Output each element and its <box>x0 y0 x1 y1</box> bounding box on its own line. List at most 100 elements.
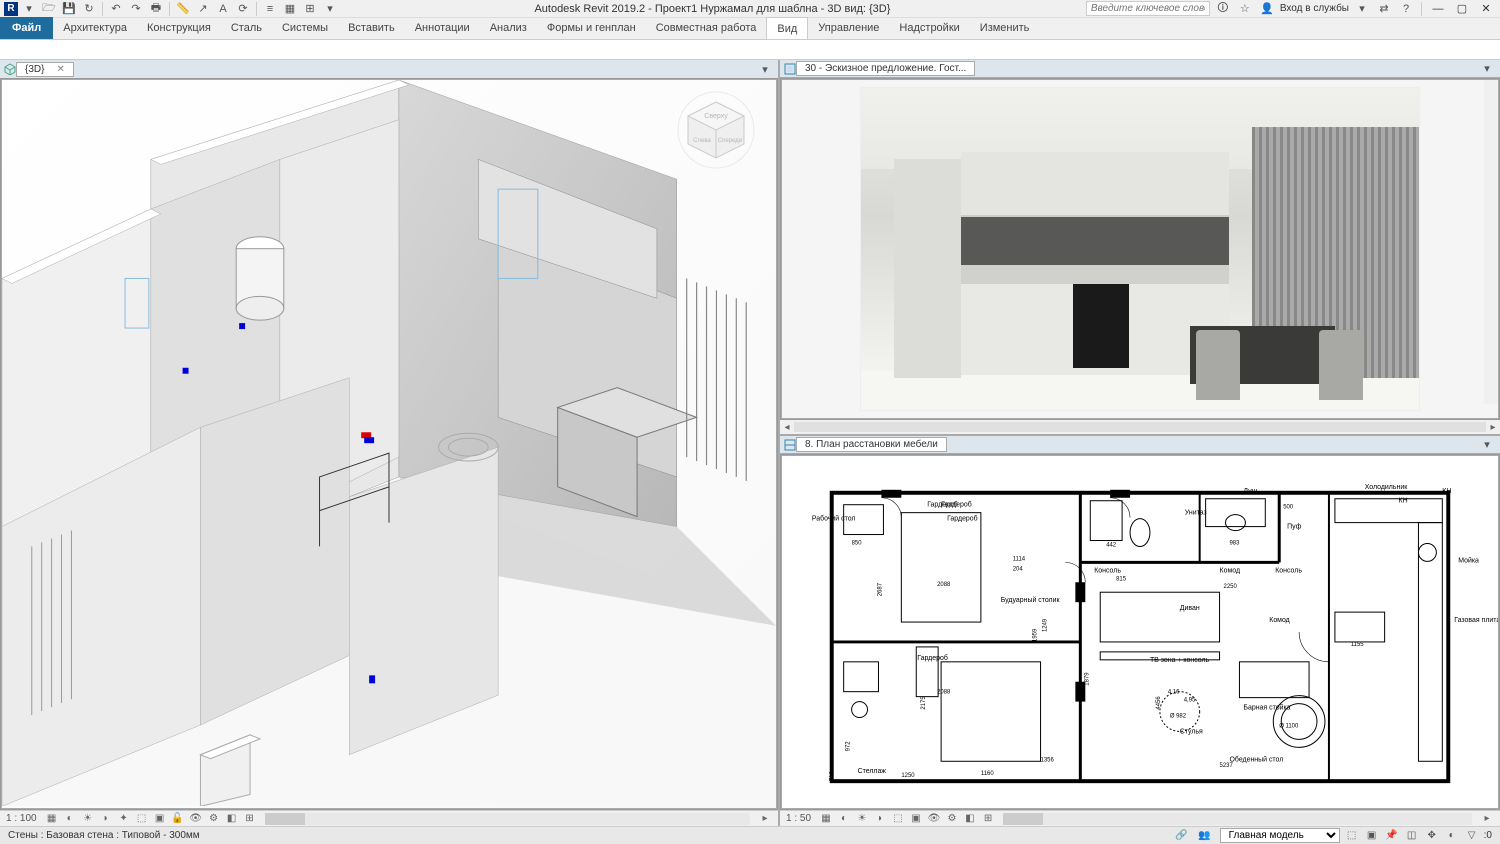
panel-menu-icon[interactable]: ▾ <box>1478 61 1496 77</box>
svg-text:Стулья: Стулья <box>1180 728 1203 735</box>
constraints-icon[interactable]: ⊞ <box>243 812 257 826</box>
shadows-icon[interactable]: ◗ <box>99 812 113 826</box>
select-face-icon[interactable]: ◫ <box>1404 829 1420 843</box>
scale-label[interactable]: 1 : 100 <box>6 813 37 824</box>
scroll-right-icon[interactable]: ▸ <box>1480 812 1494 826</box>
shadows-icon[interactable]: ◗ <box>873 812 887 826</box>
h-scrollbar[interactable]: ◂▸ <box>780 420 1500 434</box>
right-panel: 30 - Эскизное предложение. Гост... ▾ <box>780 60 1500 826</box>
filter-icon[interactable]: ▽ <box>1464 829 1480 843</box>
select-underlay-icon[interactable]: ▣ <box>1364 829 1380 843</box>
svg-text:1356: 1356 <box>1041 757 1055 763</box>
crop-region-icon[interactable]: ▣ <box>153 812 167 826</box>
file-tab[interactable]: Файл <box>0 17 53 39</box>
tab-massing[interactable]: Формы и генплан <box>537 17 646 39</box>
temp-hide-icon[interactable]: 👁 <box>927 812 941 826</box>
scale-label[interactable]: 1 : 50 <box>786 813 811 824</box>
measure-icon[interactable]: 📏 <box>174 1 192 17</box>
sync-icon[interactable]: ↻ <box>80 1 98 17</box>
svg-text:Унитаз: Унитаз <box>1185 510 1207 517</box>
minimize-button[interactable]: — <box>1428 1 1448 17</box>
editable-only-icon[interactable]: 👥 <box>1194 829 1216 843</box>
sun-path-icon[interactable]: ☀ <box>81 812 95 826</box>
maximize-button[interactable]: ▢ <box>1452 1 1472 17</box>
tab-analyze[interactable]: Анализ <box>480 17 537 39</box>
tab-floorplan[interactable]: 8. План расстановки мебели <box>796 437 947 452</box>
select-links-icon[interactable]: ⬚ <box>1344 829 1360 843</box>
open-icon[interactable]: 🗁 <box>40 1 58 17</box>
panel-menu-icon[interactable]: ▾ <box>756 61 774 77</box>
star-icon[interactable]: ☆ <box>1236 1 1254 17</box>
save-icon[interactable]: 💾 <box>60 1 78 17</box>
svg-text:Газовая плита с духовкой: Газовая плита с духовкой <box>1454 616 1498 624</box>
tab-3d-view[interactable]: {3D} ✕ <box>16 62 74 77</box>
lock-3d-icon[interactable]: 🔓 <box>171 812 185 826</box>
text-icon[interactable]: A <box>214 1 232 17</box>
isometric-model <box>2 80 776 806</box>
print-icon[interactable]: 🖶 <box>147 1 165 17</box>
search-input[interactable] <box>1086 1 1210 16</box>
qa-menu-icon[interactable]: ▾ <box>20 1 38 17</box>
login-dropdown-icon[interactable]: ▾ <box>1353 1 1371 17</box>
visual-style-icon[interactable]: ◐ <box>837 812 851 826</box>
plan-viewport[interactable]: Рабочий стол Гардероб Гардероб Будуарный… <box>781 455 1499 809</box>
tab-manage[interactable]: Управление <box>808 17 889 39</box>
v-scrollbar[interactable] <box>1484 80 1498 404</box>
svg-text:1959: 1959 <box>1033 628 1039 642</box>
reveal-icon[interactable]: ⚙ <box>207 812 221 826</box>
svg-text:204: 204 <box>1013 566 1024 572</box>
analytical-icon[interactable]: ◧ <box>963 812 977 826</box>
tab-insert[interactable]: Вставить <box>338 17 405 39</box>
switch-window-icon[interactable]: ⊞ <box>301 1 319 17</box>
qa-dropdown-icon[interactable]: ▾ <box>321 1 339 17</box>
background-icon[interactable]: ◐ <box>1444 829 1460 843</box>
align-icon[interactable]: ↗ <box>194 1 212 17</box>
panel-menu-icon[interactable]: ▾ <box>1478 437 1496 453</box>
tab-close-icon[interactable]: ✕ <box>56 64 64 75</box>
h-scrollbar[interactable] <box>265 813 750 825</box>
visual-style-icon[interactable]: ◐ <box>63 812 77 826</box>
tab-annotate[interactable]: Аннотации <box>405 17 480 39</box>
crop-icon[interactable]: ⬚ <box>891 812 905 826</box>
detail-level-icon[interactable]: ▦ <box>45 812 59 826</box>
detail-level-icon[interactable]: ▦ <box>819 812 833 826</box>
worksets-icon[interactable]: 🔗 <box>1174 829 1190 843</box>
tab-collaborate[interactable]: Совместная работа <box>646 17 767 39</box>
crop-icon[interactable]: ⬚ <box>135 812 149 826</box>
help-icon[interactable]: ? <box>1397 1 1415 17</box>
drag-elements-icon[interactable]: ✥ <box>1424 829 1440 843</box>
reveal-icon[interactable]: ⚙ <box>945 812 959 826</box>
login-label[interactable]: Вход в службы <box>1280 3 1349 14</box>
infocenter-icon[interactable]: 🛈 <box>1214 1 1232 17</box>
close-button[interactable]: ✕ <box>1476 1 1496 17</box>
analytical-icon[interactable]: ◧ <box>225 812 239 826</box>
sun-path-icon[interactable]: ☀ <box>855 812 869 826</box>
undo-icon[interactable]: ↶ <box>107 1 125 17</box>
user-icon[interactable]: 👤 <box>1258 1 1276 17</box>
crop-region-icon[interactable]: ▣ <box>909 812 923 826</box>
model-selector[interactable]: Главная модель <box>1220 828 1340 843</box>
scroll-right-icon[interactable]: ▸ <box>758 812 772 826</box>
tab-addins[interactable]: Надстройки <box>889 17 969 39</box>
ribbon-tabs: Файл Архитектура Конструкция Сталь Систе… <box>0 18 1500 40</box>
exchange-icon[interactable]: ⇄ <box>1375 1 1393 17</box>
tab-systems[interactable]: Системы <box>272 17 338 39</box>
redo-icon[interactable]: ↷ <box>127 1 145 17</box>
constraints-icon[interactable]: ⊞ <box>981 812 995 826</box>
close-hidden-icon[interactable]: ▦ <box>281 1 299 17</box>
tab-architecture[interactable]: Архитектура <box>53 17 137 39</box>
temp-hide-icon[interactable]: 👁 <box>189 812 203 826</box>
tab-modify[interactable]: Изменить <box>970 17 1040 39</box>
tab-structure[interactable]: Конструкция <box>137 17 221 39</box>
render-viewport[interactable] <box>781 79 1499 419</box>
titlebar-right: 🛈 ☆ 👤 Вход в службы ▾ ⇄ ? — ▢ ✕ <box>1086 1 1496 17</box>
h-scrollbar[interactable] <box>1003 813 1472 825</box>
viewport-3d[interactable]: Сверху Слева Спереди <box>1 79 777 809</box>
thin-lines-icon[interactable]: ≡ <box>261 1 279 17</box>
rotate-icon[interactable]: ⟳ <box>234 1 252 17</box>
tab-view[interactable]: Вид <box>766 17 808 39</box>
tab-steel[interactable]: Сталь <box>221 17 272 39</box>
rendering-icon[interactable]: ✦ <box>117 812 131 826</box>
select-pinned-icon[interactable]: 📌 <box>1384 829 1400 843</box>
tab-render-sheet[interactable]: 30 - Эскизное предложение. Гост... <box>796 61 975 76</box>
